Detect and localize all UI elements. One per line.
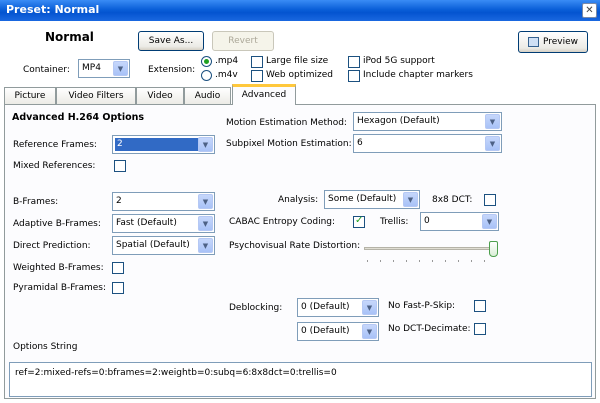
dct8-label: 8x8 DCT: bbox=[432, 195, 473, 205]
dctdecimate-checkbox[interactable] bbox=[474, 323, 486, 335]
ref-frames-select[interactable]: 2 ▼ bbox=[112, 135, 215, 154]
adaptive-label: Adaptive B-Frames: bbox=[13, 219, 101, 229]
trellis-select[interactable]: 0 ▼ bbox=[420, 212, 499, 231]
chevron-down-icon: ▼ bbox=[485, 114, 500, 129]
fastpskip-label: No Fast-P-Skip: bbox=[388, 301, 456, 311]
analysis-label: Analysis: bbox=[278, 195, 319, 205]
ext-m4v-radio[interactable] bbox=[201, 70, 212, 81]
options-string-field[interactable]: ref=2:mixed-refs=0:bframes=2:weightb=0:s… bbox=[9, 362, 592, 397]
preview-icon bbox=[527, 36, 539, 47]
motion-est-label: Motion Estimation Method: bbox=[226, 118, 347, 128]
chevron-down-icon: ▼ bbox=[362, 300, 377, 315]
mixed-refs-checkbox[interactable] bbox=[114, 160, 126, 172]
tab-video[interactable]: Video bbox=[136, 87, 184, 104]
section-title: Advanced H.264 Options bbox=[12, 112, 145, 123]
tab-advanced[interactable]: Advanced bbox=[232, 84, 296, 105]
close-button[interactable]: ✕ bbox=[582, 3, 597, 18]
preview-button[interactable]: Preview bbox=[518, 31, 588, 53]
slider-thumb[interactable] bbox=[489, 241, 498, 257]
direct-select[interactable]: Spatial (Default) ▼ bbox=[112, 236, 215, 255]
mixed-refs-label: Mixed References: bbox=[13, 161, 96, 171]
subpixel-select[interactable]: 6 ▼ bbox=[353, 134, 502, 153]
revert-button[interactable]: Revert bbox=[212, 31, 274, 51]
analysis-select[interactable]: Some (Default) ▼ bbox=[324, 190, 420, 209]
ipod-label: iPod 5G support bbox=[363, 56, 435, 66]
chevron-down-icon: ▼ bbox=[485, 136, 500, 151]
chevron-down-icon: ▼ bbox=[362, 324, 377, 339]
chevron-down-icon: ▼ bbox=[198, 238, 213, 253]
weighted-label: Weighted B-Frames: bbox=[13, 263, 104, 273]
chevron-down-icon: ▼ bbox=[482, 214, 497, 229]
web-optimized-checkbox[interactable] bbox=[251, 70, 263, 82]
subpixel-label: Subpixel Motion Estimation: bbox=[226, 139, 352, 149]
tab-picture[interactable]: Picture bbox=[4, 87, 56, 104]
direct-label: Direct Prediction: bbox=[13, 241, 91, 251]
deblock-label: Deblocking: bbox=[229, 303, 283, 313]
trellis-label: Trellis: bbox=[380, 217, 409, 227]
chevron-down-icon: ▼ bbox=[403, 192, 418, 207]
chevron-down-icon: ▼ bbox=[198, 137, 213, 152]
title-bar: Preset: Normal ✕ bbox=[0, 0, 600, 21]
web-optimized-label: Web optimized bbox=[266, 70, 333, 80]
cabac-label: CABAC Entropy Coding: bbox=[229, 217, 336, 227]
deblock-select-2[interactable]: 0 (Default) ▼ bbox=[297, 322, 379, 341]
slider-ticks bbox=[367, 260, 495, 262]
weighted-checkbox[interactable] bbox=[112, 262, 124, 274]
window-title: Preset: Normal bbox=[6, 3, 100, 16]
ref-frames-label: Reference Frames: bbox=[13, 140, 97, 150]
container-select[interactable]: MP4 ▼ bbox=[78, 59, 130, 78]
dct8-checkbox[interactable] bbox=[484, 194, 496, 206]
large-file-checkbox[interactable] bbox=[251, 56, 263, 68]
tab-video-filters[interactable]: Video Filters bbox=[56, 87, 136, 104]
chevron-down-icon: ▼ bbox=[198, 194, 213, 209]
options-string-label: Options String bbox=[13, 342, 78, 352]
ext-mp4-label: .mp4 bbox=[215, 56, 239, 66]
extension-label: Extension: bbox=[148, 65, 196, 75]
large-file-label: Large file size bbox=[266, 56, 329, 66]
preset-name: Normal bbox=[45, 30, 94, 44]
pyramidal-checkbox[interactable] bbox=[112, 282, 124, 294]
tab-audio[interactable]: Audio bbox=[184, 87, 231, 104]
chapters-checkbox[interactable] bbox=[348, 70, 360, 82]
chevron-down-icon: ▼ bbox=[113, 61, 128, 76]
psy-slider[interactable] bbox=[364, 241, 500, 262]
deblock-select-1[interactable]: 0 (Default) ▼ bbox=[297, 298, 379, 317]
bframes-select[interactable]: 2 ▼ bbox=[112, 192, 215, 211]
adaptive-select[interactable]: Fast (Default) ▼ bbox=[112, 214, 215, 233]
close-icon: ✕ bbox=[585, 5, 594, 16]
chapters-label: Include chapter markers bbox=[363, 70, 473, 80]
container-label: Container: bbox=[23, 65, 70, 75]
dctdecimate-label: No DCT-Decimate: bbox=[388, 324, 471, 334]
bframes-label: B-Frames: bbox=[13, 197, 59, 207]
advanced-tab-panel: Advanced H.264 Options Reference Frames:… bbox=[4, 104, 596, 399]
ext-m4v-label: .m4v bbox=[215, 70, 238, 80]
slider-track bbox=[364, 247, 498, 250]
chevron-down-icon: ▼ bbox=[198, 216, 213, 231]
cabac-checkbox[interactable] bbox=[353, 215, 365, 228]
motion-est-select[interactable]: Hexagon (Default) ▼ bbox=[353, 112, 502, 131]
ipod-checkbox[interactable] bbox=[348, 56, 360, 68]
psy-label: Psychovisual Rate Distortion: bbox=[229, 241, 361, 251]
save-as-button[interactable]: Save As... bbox=[138, 31, 204, 51]
pyramidal-label: Pyramidal B-Frames: bbox=[13, 283, 107, 293]
fastpskip-checkbox[interactable] bbox=[474, 300, 486, 312]
ext-mp4-radio[interactable] bbox=[201, 56, 212, 67]
